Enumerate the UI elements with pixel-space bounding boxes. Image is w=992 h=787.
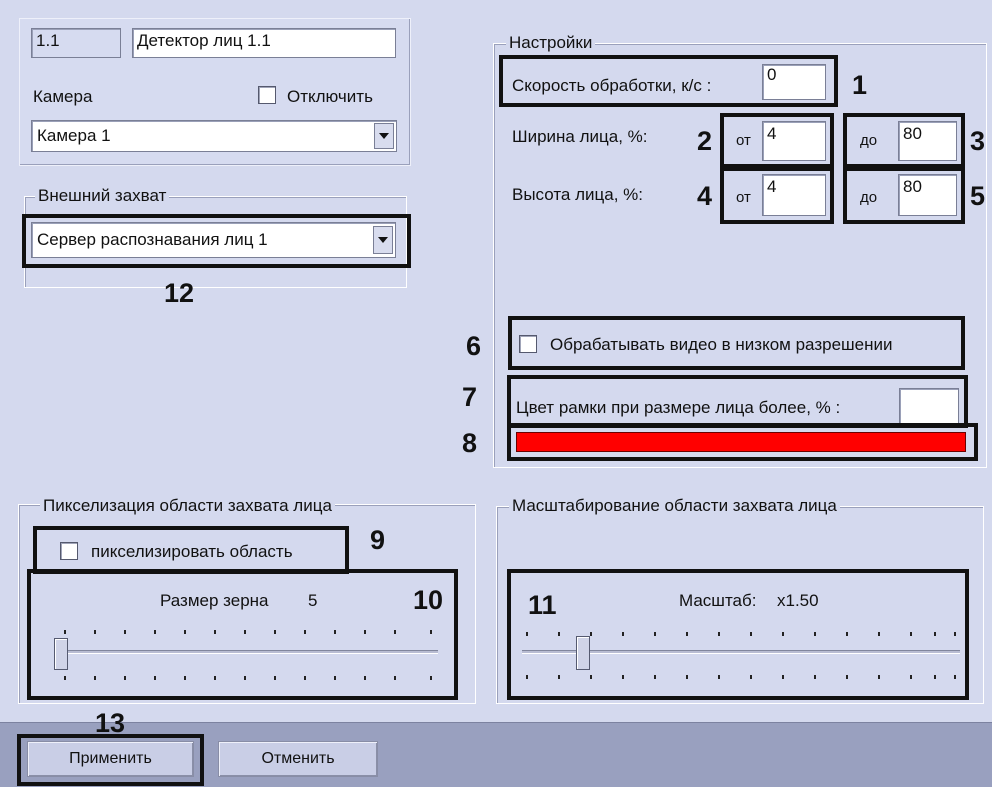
grain-size-value: 5 bbox=[308, 591, 318, 610]
external-capture-legend: Внешний захват bbox=[35, 186, 170, 206]
pixelize-checkbox[interactable] bbox=[60, 542, 78, 560]
detector-id-field[interactable]: 1.1 bbox=[31, 28, 121, 58]
scale-value: x1.50 bbox=[777, 591, 819, 610]
height-from-label: от bbox=[736, 189, 751, 206]
width-to-label: до bbox=[860, 132, 878, 149]
callout-6: 6 bbox=[466, 331, 482, 361]
callout-12: 12 bbox=[164, 278, 195, 308]
scaling-legend: Масштабирование области захвата лица bbox=[509, 496, 840, 516]
pixelize-label: пикселизировать область bbox=[91, 542, 293, 561]
callout-13: 13 bbox=[95, 708, 126, 738]
camera-select[interactable]: Камера 1 bbox=[31, 120, 397, 152]
callout-3: 3 bbox=[970, 126, 986, 156]
callout-8: 8 bbox=[462, 428, 478, 458]
speed-label: Скорость обработки, к/с : bbox=[512, 76, 712, 95]
width-from-label: от bbox=[736, 132, 751, 149]
height-from-input[interactable]: 4 bbox=[762, 174, 826, 216]
grain-size-label: Размер зерна bbox=[160, 591, 269, 610]
callout-11: 11 bbox=[528, 590, 557, 620]
grain-slider[interactable] bbox=[48, 620, 444, 684]
grain-slider-thumb[interactable] bbox=[54, 638, 68, 670]
height-to-label: до bbox=[860, 189, 878, 206]
disable-label: Отключить bbox=[287, 87, 373, 106]
pixelization-legend: Пикселизация области захвата лица bbox=[40, 496, 335, 516]
apply-button[interactable]: Применить bbox=[27, 741, 194, 777]
face-height-label: Высота лица, %: bbox=[512, 185, 643, 204]
callout-7: 7 bbox=[462, 382, 478, 412]
scale-slider-thumb[interactable] bbox=[576, 636, 590, 670]
height-to-input[interactable]: 80 bbox=[898, 174, 957, 216]
width-from-input[interactable]: 4 bbox=[762, 121, 826, 161]
callout-4: 4 bbox=[697, 181, 713, 211]
settings-legend: Настройки bbox=[506, 33, 596, 53]
frame-color-percent-input[interactable] bbox=[899, 388, 959, 424]
recognition-server-select[interactable]: Сервер распознавания лиц 1 bbox=[31, 222, 396, 258]
frame-color-label: Цвет рамки при размере лица более, % : bbox=[516, 398, 841, 417]
recognition-server-value: Сервер распознавания лиц 1 bbox=[37, 230, 268, 249]
callout-1: 1 bbox=[852, 70, 868, 100]
disable-checkbox[interactable] bbox=[258, 86, 276, 104]
camera-select-value: Камера 1 bbox=[37, 126, 111, 145]
frame-color-swatch[interactable] bbox=[516, 432, 966, 452]
callout-2: 2 bbox=[697, 126, 713, 156]
low-res-checkbox[interactable] bbox=[519, 335, 537, 353]
callout-5: 5 bbox=[970, 181, 986, 211]
chevron-down-icon[interactable] bbox=[373, 226, 393, 254]
face-width-label: Ширина лица, %: bbox=[512, 127, 648, 146]
camera-label: Камера bbox=[33, 87, 93, 106]
width-to-input[interactable]: 80 bbox=[898, 121, 957, 161]
callout-10: 10 bbox=[413, 585, 444, 615]
speed-input[interactable]: 0 bbox=[762, 64, 826, 100]
callout-9: 9 bbox=[370, 525, 386, 555]
cancel-button[interactable]: Отменить bbox=[218, 741, 378, 777]
grain-slider-track[interactable] bbox=[56, 650, 438, 654]
chevron-down-icon[interactable] bbox=[374, 123, 394, 149]
scale-slider[interactable] bbox=[518, 620, 964, 684]
detector-name-field[interactable]: Детектор лиц 1.1 bbox=[132, 28, 396, 58]
low-res-label: Обрабатывать видео в низком разрешении bbox=[550, 335, 893, 354]
scale-label: Масштаб: bbox=[679, 591, 757, 610]
